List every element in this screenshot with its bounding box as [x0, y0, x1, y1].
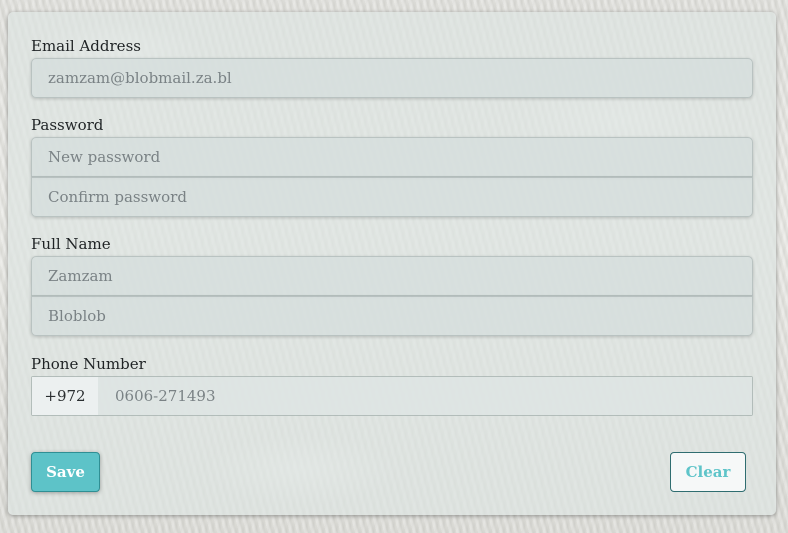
- phone-label: Phone Number: [31, 355, 146, 373]
- account-form-card: Email Address zamzam@blobmail.za.bl Pass…: [8, 12, 776, 515]
- new-password-field[interactable]: New password: [31, 137, 753, 177]
- last-name-field[interactable]: Bloblob: [31, 296, 753, 336]
- save-button[interactable]: Save: [31, 452, 100, 492]
- phone-input-group: +972 0606-271493: [31, 376, 753, 416]
- phone-field[interactable]: 0606-271493: [98, 377, 752, 415]
- password-label: Password: [31, 116, 104, 134]
- clear-button[interactable]: Clear: [670, 452, 746, 492]
- full-name-label: Full Name: [31, 235, 111, 253]
- confirm-password-field[interactable]: Confirm password: [31, 177, 753, 217]
- email-label: Email Address: [31, 37, 141, 55]
- phone-country-prefix: +972: [32, 377, 98, 415]
- email-field[interactable]: zamzam@blobmail.za.bl: [31, 58, 753, 98]
- first-name-field[interactable]: Zamzam: [31, 256, 753, 296]
